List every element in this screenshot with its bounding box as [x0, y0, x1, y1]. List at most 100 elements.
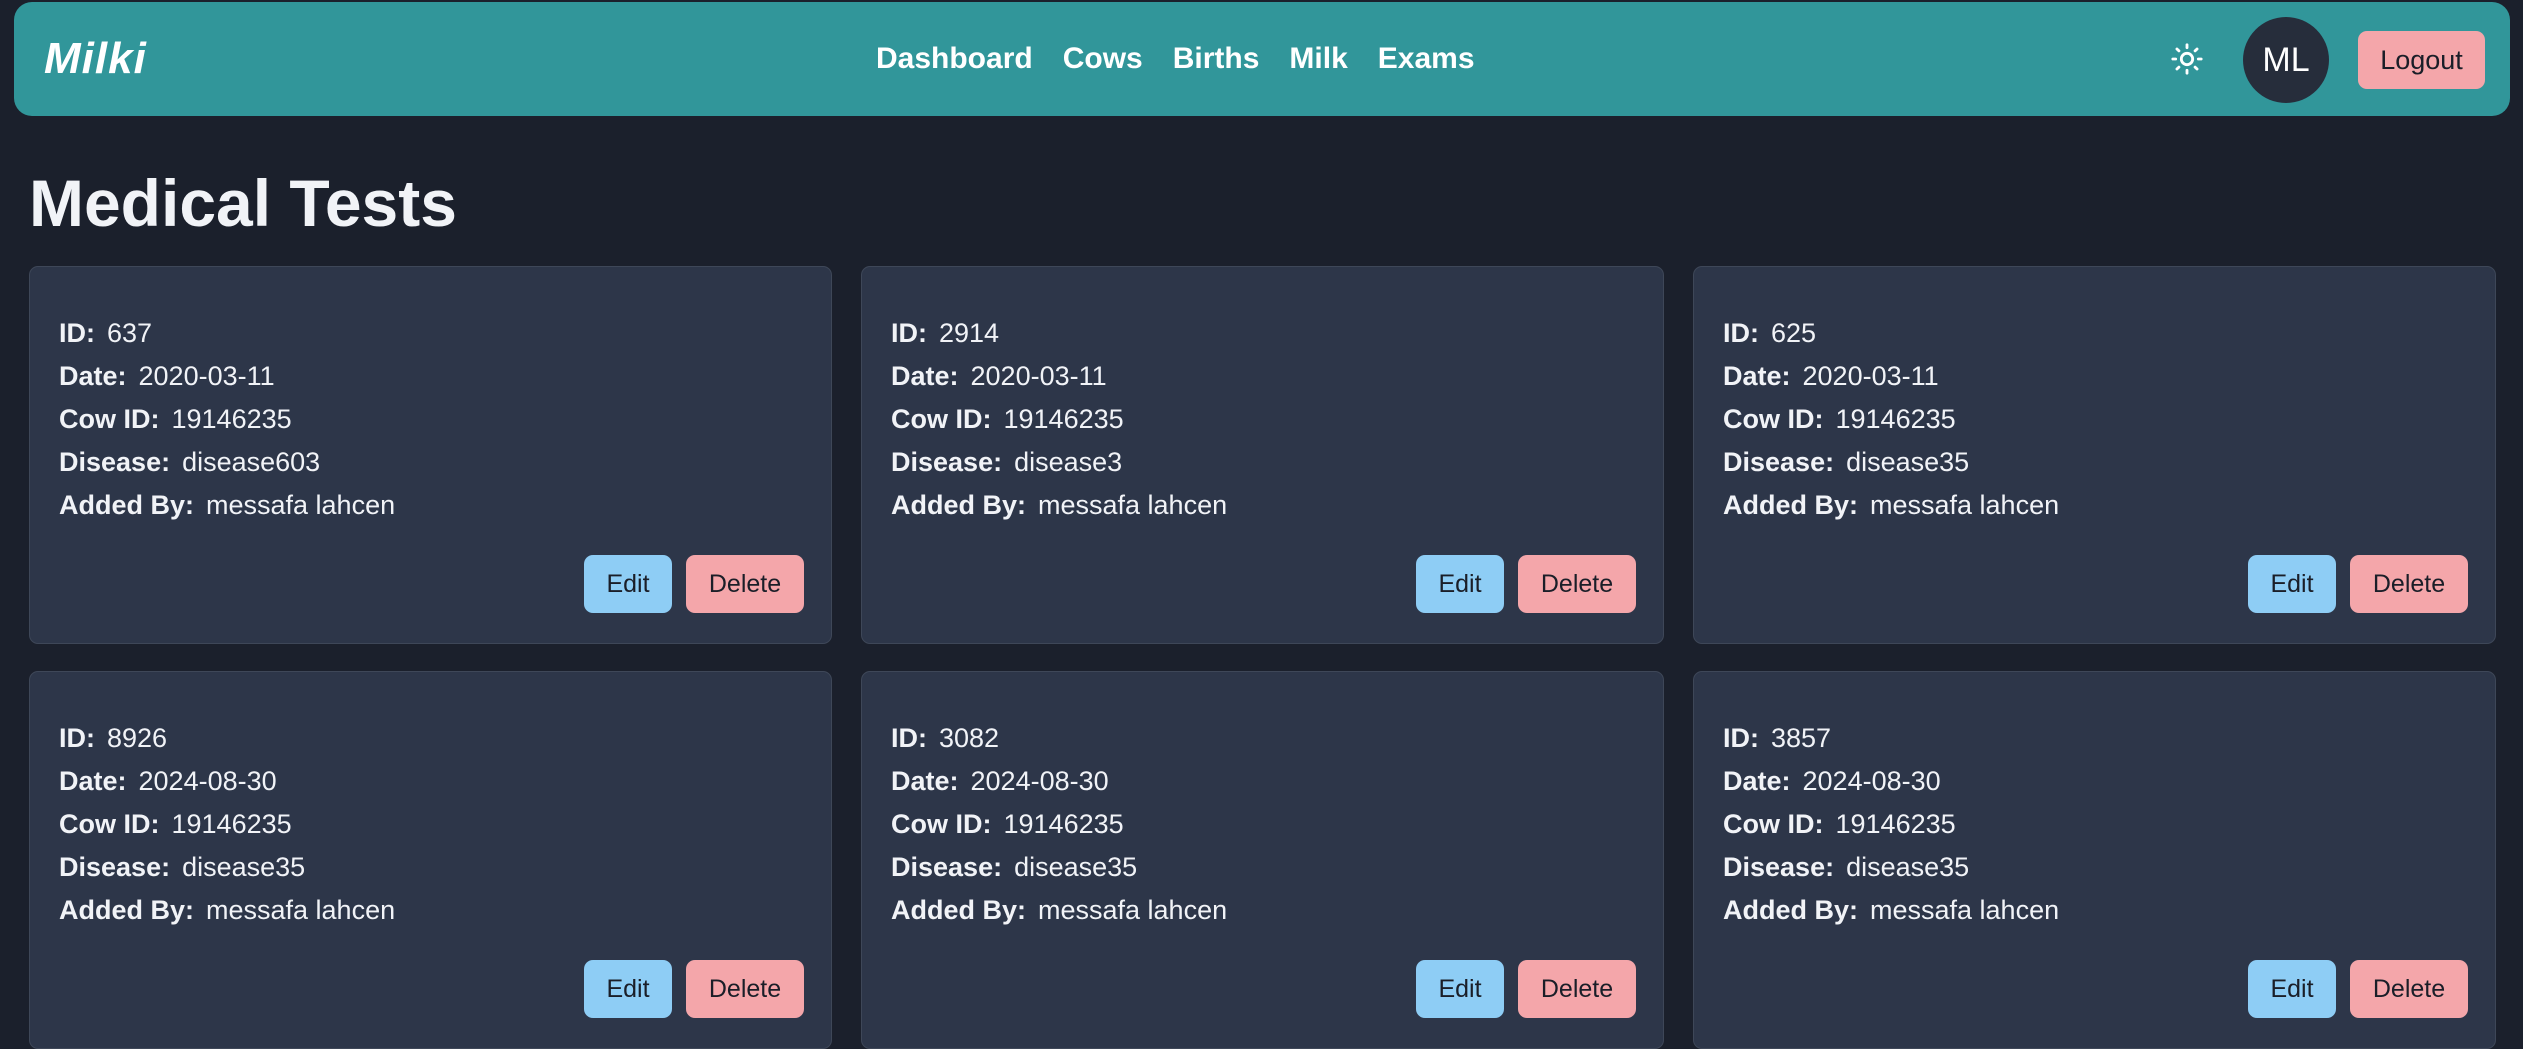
cow-id-row: Cow ID: 19146235: [1723, 806, 1956, 842]
cow-id-row: Cow ID: 19146235: [59, 401, 292, 437]
cow-id-row: Cow ID: 19146235: [891, 401, 1124, 437]
medical-test-card: ID: 2914 Date: 2020-03-11 Cow ID: 19146235 …: [861, 266, 1664, 644]
test-id-row: ID: 3082: [891, 720, 999, 756]
added-by-row: Added By: messafa lahcen: [59, 892, 395, 928]
id-label: ID:: [1723, 318, 1759, 348]
medical-test-card: ID: 3857 Date: 2024-08-30 Cow ID: 19146235 …: [1693, 671, 2496, 1049]
cow-id-label: Cow ID:: [1723, 809, 1824, 839]
cow-id-value: 19146235: [1835, 809, 1956, 839]
disease-row: Disease: disease35: [1723, 444, 1969, 480]
date-label: Date:: [1723, 361, 1791, 391]
disease-label: Disease:: [891, 447, 1003, 477]
top-navbar: Milki Dashboard Cows Births Milk Exams M…: [14, 2, 2510, 116]
edit-button[interactable]: Edit: [2248, 960, 2336, 1018]
test-date-value: 2020-03-11: [138, 361, 275, 391]
added-by-value: messafa lahcen: [1038, 490, 1228, 520]
cow-id-label: Cow ID:: [59, 404, 160, 434]
page-title: Medical Tests: [29, 166, 457, 240]
disease-label: Disease:: [59, 852, 171, 882]
added-by-label: Added By:: [59, 490, 194, 520]
delete-button[interactable]: Delete: [686, 555, 804, 613]
edit-button[interactable]: Edit: [2248, 555, 2336, 613]
added-by-value: messafa lahcen: [1870, 490, 2060, 520]
test-date-value: 2020-03-11: [1802, 361, 1939, 391]
delete-button[interactable]: Delete: [686, 960, 804, 1018]
test-date-value: 2024-08-30: [138, 766, 277, 796]
logout-button[interactable]: Logout: [2358, 31, 2485, 89]
test-date-row: Date: 2020-03-11: [59, 358, 275, 394]
test-date-value: 2024-08-30: [1802, 766, 1941, 796]
test-id-value: 3857: [1771, 723, 1832, 753]
nav-links: Dashboard Cows Births Milk Exams: [876, 38, 1475, 80]
test-date-row: Date: 2020-03-11: [1723, 358, 1939, 394]
added-by-value: messafa lahcen: [206, 490, 396, 520]
added-by-label: Added By:: [1723, 490, 1858, 520]
brand-logo[interactable]: Milki: [44, 32, 147, 86]
user-avatar[interactable]: ML: [2243, 17, 2329, 103]
nav-link-births[interactable]: Births: [1173, 38, 1260, 80]
disease-value: disease35: [1846, 447, 1970, 477]
test-id-value: 3082: [939, 723, 1000, 753]
test-date-row: Date: 2020-03-11: [891, 358, 1107, 394]
test-date-row: Date: 2024-08-30: [891, 763, 1109, 799]
disease-label: Disease:: [1723, 447, 1835, 477]
delete-button[interactable]: Delete: [1518, 555, 1636, 613]
test-date-value: 2020-03-11: [970, 361, 1107, 391]
edit-button[interactable]: Edit: [1416, 555, 1504, 613]
date-label: Date:: [59, 766, 127, 796]
nav-link-milk[interactable]: Milk: [1289, 38, 1347, 80]
test-date-value: 2024-08-30: [970, 766, 1109, 796]
cow-id-label: Cow ID:: [1723, 404, 1824, 434]
theme-toggle-button[interactable]: [2162, 34, 2212, 84]
date-label: Date:: [891, 766, 959, 796]
disease-label: Disease:: [59, 447, 171, 477]
added-by-row: Added By: messafa lahcen: [891, 892, 1227, 928]
disease-row: Disease: disease603: [59, 444, 320, 480]
disease-row: Disease: disease3: [891, 444, 1122, 480]
cow-id-row: Cow ID: 19146235: [1723, 401, 1956, 437]
date-label: Date:: [59, 361, 127, 391]
id-label: ID:: [59, 723, 95, 753]
disease-value: disease35: [182, 852, 306, 882]
added-by-row: Added By: messafa lahcen: [59, 487, 395, 523]
medical-test-card: ID: 8926 Date: 2024-08-30 Cow ID: 19146235 …: [29, 671, 832, 1049]
nav-link-exams[interactable]: Exams: [1378, 38, 1475, 80]
added-by-value: messafa lahcen: [1870, 895, 2060, 925]
id-label: ID:: [59, 318, 95, 348]
added-by-row: Added By: messafa lahcen: [1723, 892, 2059, 928]
added-by-label: Added By:: [891, 490, 1026, 520]
nav-link-dashboard[interactable]: Dashboard: [876, 38, 1033, 80]
test-id-row: ID: 2914: [891, 315, 999, 351]
cow-id-value: 19146235: [1003, 809, 1124, 839]
added-by-label: Added By:: [891, 895, 1026, 925]
disease-value: disease603: [182, 447, 321, 477]
disease-value: disease35: [1014, 852, 1138, 882]
added-by-label: Added By:: [1723, 895, 1858, 925]
date-label: Date:: [1723, 766, 1791, 796]
edit-button[interactable]: Edit: [584, 960, 672, 1018]
delete-button[interactable]: Delete: [1518, 960, 1636, 1018]
added-by-row: Added By: messafa lahcen: [891, 487, 1227, 523]
medical-test-card: ID: 625 Date: 2020-03-11 Cow ID: 19146235 D…: [1693, 266, 2496, 644]
edit-button[interactable]: Edit: [584, 555, 672, 613]
test-id-row: ID: 8926: [59, 720, 167, 756]
added-by-row: Added By: messafa lahcen: [1723, 487, 2059, 523]
test-id-value: 8926: [107, 723, 168, 753]
edit-button[interactable]: Edit: [1416, 960, 1504, 1018]
delete-button[interactable]: Delete: [2350, 960, 2468, 1018]
date-label: Date:: [891, 361, 959, 391]
cow-id-value: 19146235: [1003, 404, 1124, 434]
delete-button[interactable]: Delete: [2350, 555, 2468, 613]
test-id-value: 2914: [939, 318, 1000, 348]
nav-link-cows[interactable]: Cows: [1063, 38, 1143, 80]
added-by-value: messafa lahcen: [206, 895, 396, 925]
disease-row: Disease: disease35: [1723, 849, 1969, 885]
disease-row: Disease: disease35: [891, 849, 1137, 885]
disease-value: disease3: [1014, 447, 1123, 477]
id-label: ID:: [891, 318, 927, 348]
test-id-value: 637: [107, 318, 153, 348]
cow-id-value: 19146235: [171, 404, 292, 434]
added-by-label: Added By:: [59, 895, 194, 925]
id-label: ID:: [1723, 723, 1759, 753]
id-label: ID:: [891, 723, 927, 753]
